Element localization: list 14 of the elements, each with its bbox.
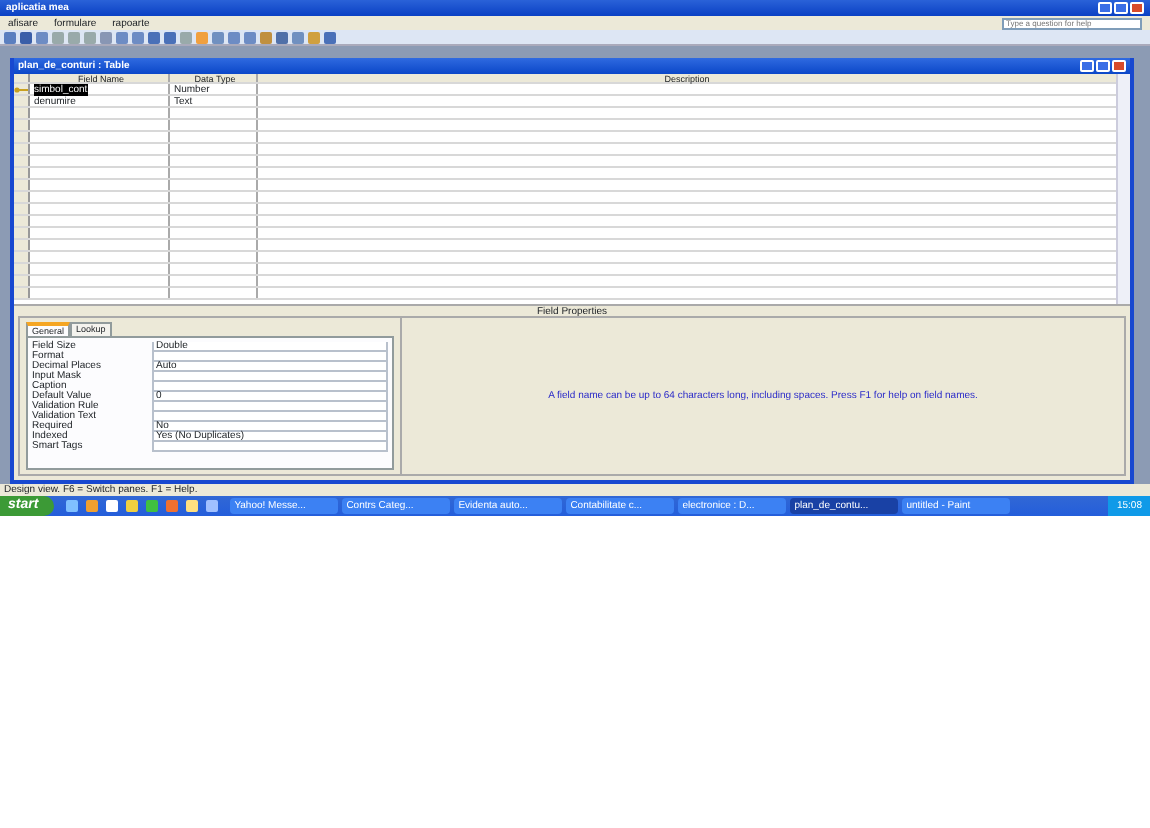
close-button[interactable] <box>1112 60 1126 72</box>
maximize-button[interactable] <box>1114 2 1128 14</box>
row-selector[interactable] <box>14 84 30 94</box>
property-field[interactable] <box>152 442 388 453</box>
key-icon <box>14 86 28 94</box>
property-field[interactable] <box>152 372 388 383</box>
property-field[interactable] <box>152 412 388 423</box>
minimize-button[interactable] <box>1098 2 1112 14</box>
property-field[interactable] <box>152 402 388 413</box>
maximize-button[interactable] <box>1096 60 1110 72</box>
close-button[interactable] <box>1130 2 1144 14</box>
property-field[interactable] <box>152 352 388 363</box>
property-field[interactable] <box>152 382 388 393</box>
minimize-button[interactable] <box>1080 60 1094 72</box>
